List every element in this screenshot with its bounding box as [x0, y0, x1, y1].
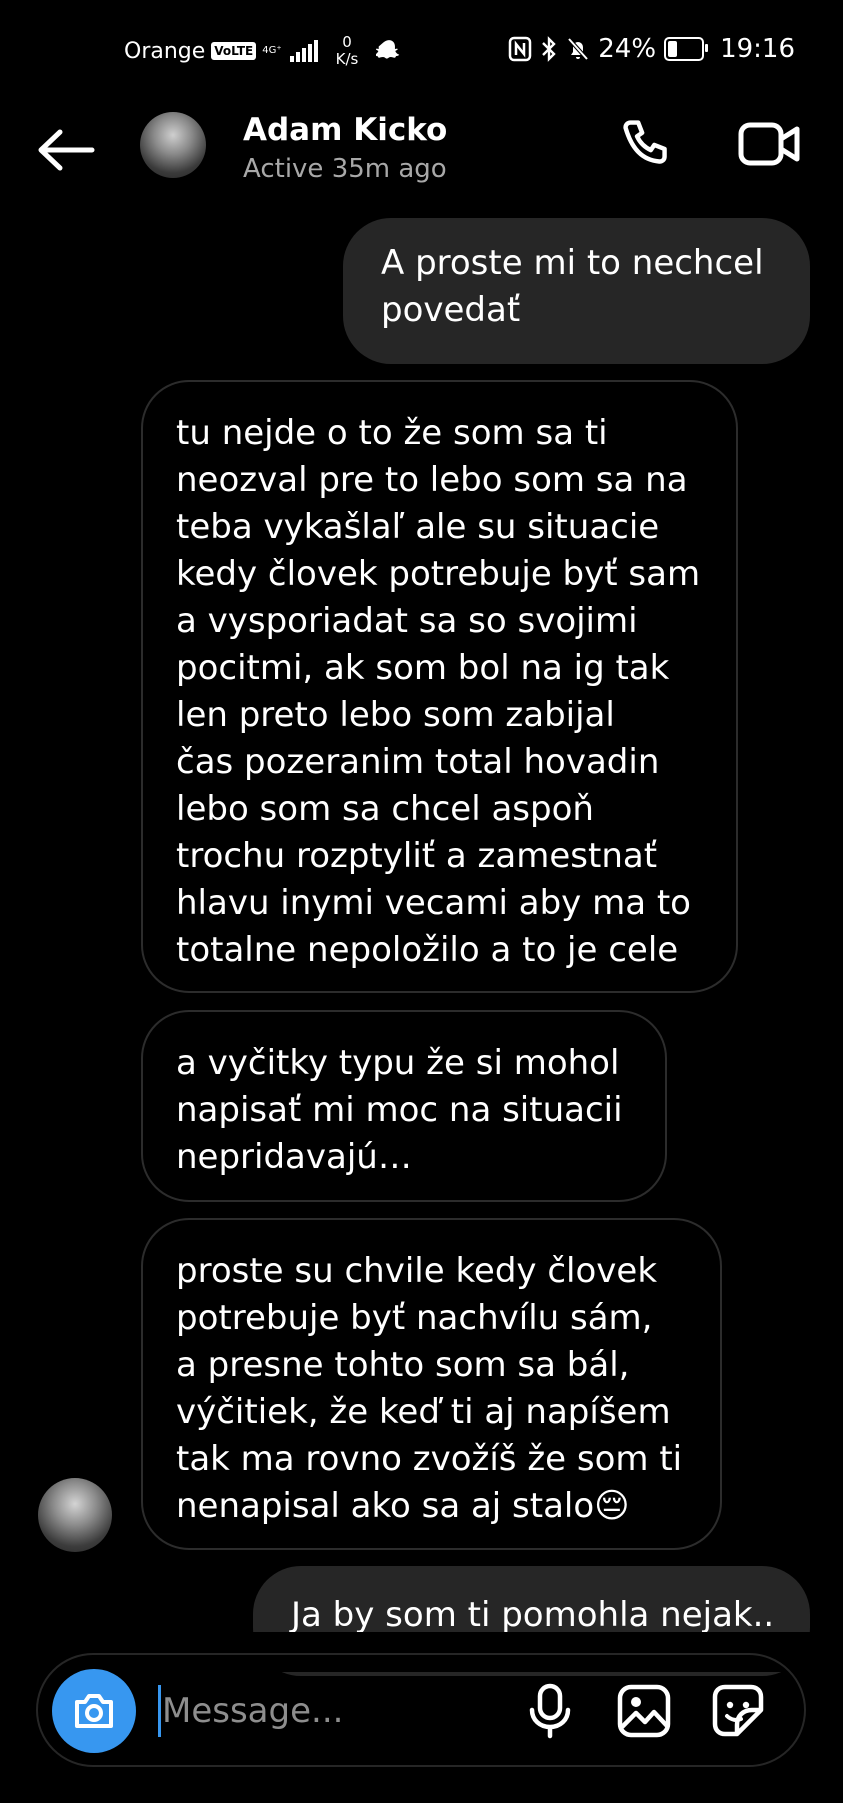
network-type: 4G⁺ — [262, 45, 282, 56]
volte-badge: VoLTE — [211, 42, 257, 60]
video-call-icon[interactable] — [738, 120, 800, 168]
contact-name[interactable]: Adam Kicko — [243, 112, 447, 148]
sender-avatar[interactable] — [38, 1478, 112, 1552]
muted-bell-icon — [567, 37, 589, 61]
battery-icon — [664, 37, 709, 61]
signal-icon — [289, 40, 318, 62]
back-arrow-icon[interactable] — [36, 128, 96, 172]
speed-value: 0 — [342, 33, 352, 51]
status-bar: Orange VoLTE 4G⁺ 0 K/s 24% 19:16 — [0, 0, 843, 96]
message-composer — [36, 1653, 806, 1767]
status-left: Orange VoLTE 4G⁺ 0 K/s — [124, 34, 402, 68]
network-speed: 0 K/s — [336, 34, 359, 68]
contact-avatar[interactable] — [140, 112, 206, 178]
camera-button[interactable] — [52, 1669, 136, 1753]
message-incoming[interactable]: proste su chvile kedy človek potrebuje b… — [141, 1218, 722, 1550]
phone-call-icon[interactable] — [620, 116, 676, 172]
bluetooth-icon — [542, 36, 556, 62]
contact-activity-status: Active 35m ago — [243, 154, 447, 184]
camera-icon — [75, 1694, 113, 1728]
message-incoming[interactable]: tu nejde o to že som sa ti neozval pre t… — [141, 380, 738, 993]
message-incoming[interactable]: a vyčitky typu že si mohol napisať mi mo… — [141, 1010, 667, 1202]
speed-unit: K/s — [335, 50, 359, 68]
sticker-icon[interactable] — [710, 1683, 766, 1739]
nfc-icon — [509, 36, 532, 62]
gallery-icon[interactable] — [616, 1683, 672, 1739]
battery-percent: 24% — [598, 34, 657, 64]
message-input[interactable] — [162, 1685, 542, 1737]
battery-fill — [668, 41, 677, 57]
clock: 19:16 — [720, 34, 795, 64]
chat-header: Adam Kicko Active 35m ago — [0, 100, 843, 200]
status-right: 24% 19:16 — [508, 34, 795, 64]
microphone-icon[interactable] — [524, 1683, 576, 1739]
text-caret — [158, 1685, 161, 1737]
message-outgoing[interactable]: A proste mi to nechcel povedať — [343, 218, 810, 364]
snapchat-ghost-icon — [376, 40, 400, 59]
carrier-name: Orange — [124, 38, 206, 64]
